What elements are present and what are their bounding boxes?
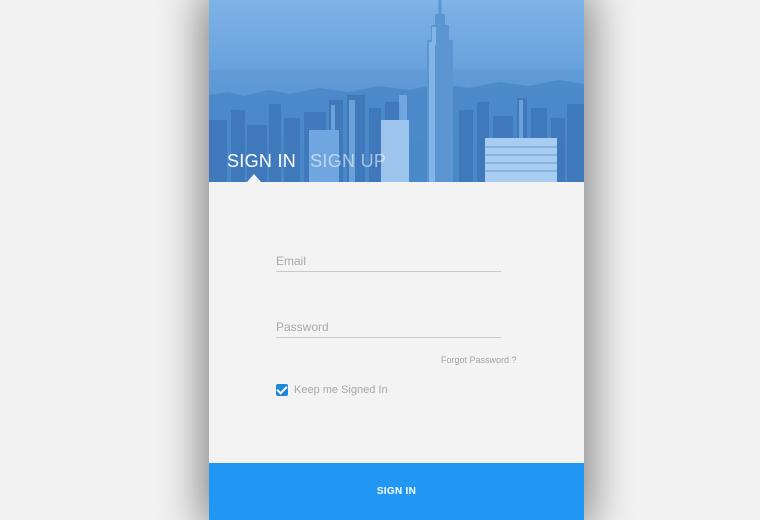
email-field-wrapper [276,252,501,272]
auth-tabs: SIGN IN SIGN UP [227,150,386,172]
city-header-image: SIGN IN SIGN UP [209,0,584,182]
keep-signed-in-checkbox[interactable] [276,384,288,396]
tab-sign-in[interactable]: SIGN IN [227,150,296,172]
login-card: SIGN IN SIGN UP Forgot Password ? Keep m… [209,0,584,520]
sign-in-button[interactable]: SIGN IN [209,463,584,520]
keep-signed-in-option[interactable]: Keep me Signed In [276,384,388,396]
triangle-up-icon [247,174,261,182]
forgot-password-link[interactable]: Forgot Password ? [441,355,517,365]
password-field-wrapper [276,318,501,338]
keep-signed-in-label[interactable]: Keep me Signed In [294,384,388,396]
page-background: SIGN IN SIGN UP Forgot Password ? Keep m… [0,0,760,520]
tab-sign-up[interactable]: SIGN UP [310,150,386,172]
email-field[interactable] [276,254,501,271]
password-field[interactable] [276,320,501,337]
